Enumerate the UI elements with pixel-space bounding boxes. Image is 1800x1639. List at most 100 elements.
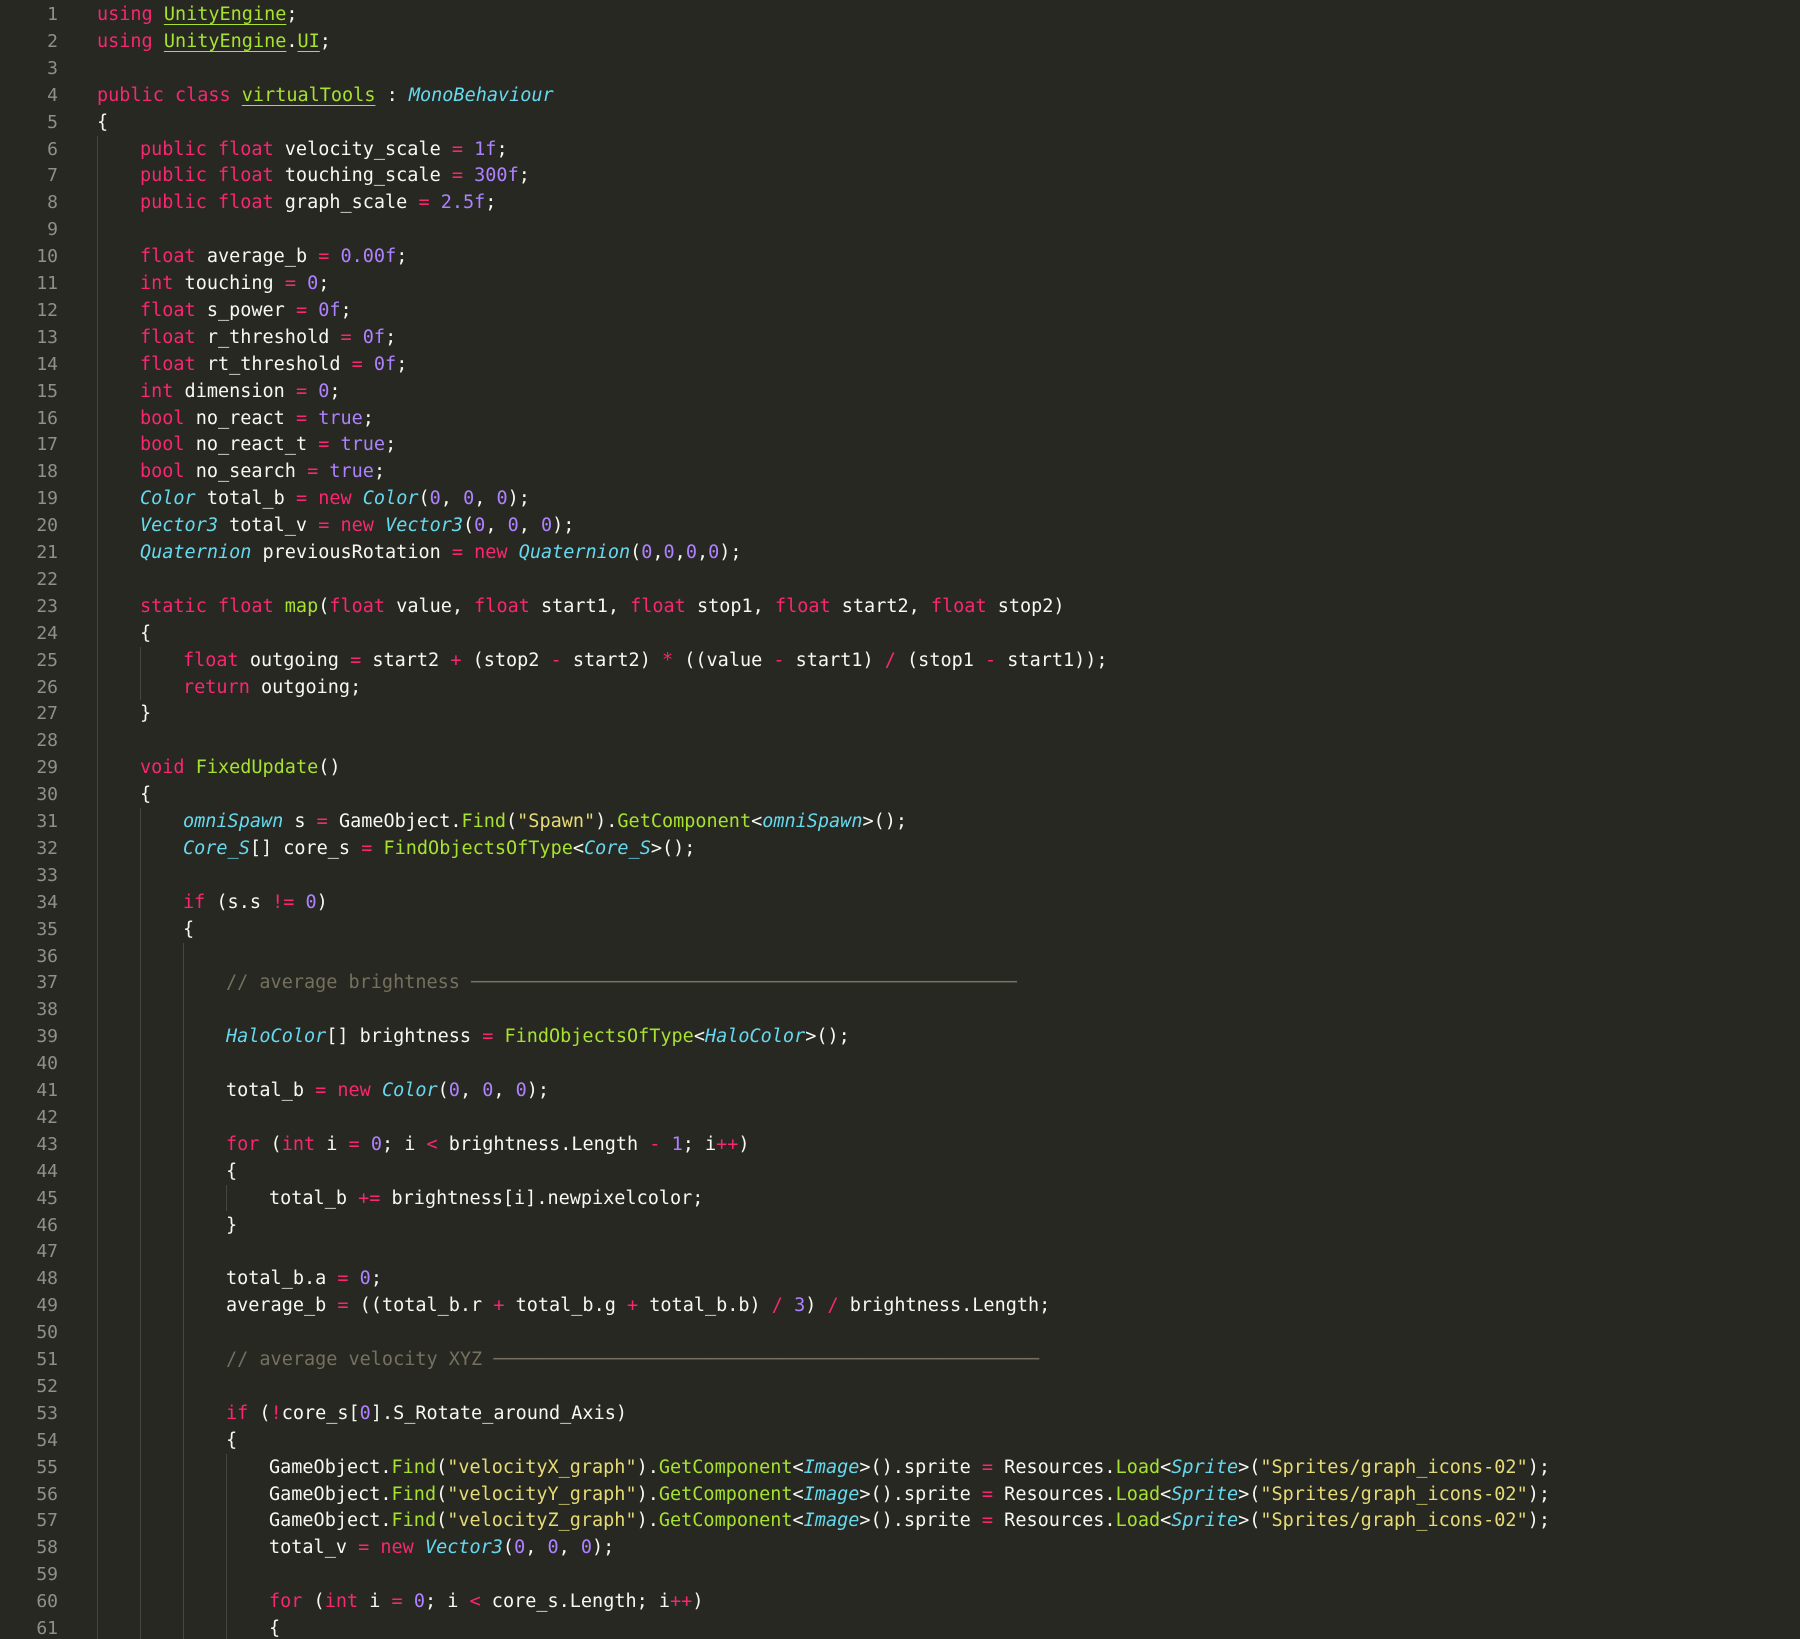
code-token: stop1, <box>685 595 775 617</box>
code-line[interactable]: 56 GameObject.Find("velocityY_graph").Get… <box>0 1481 1800 1508</box>
code-line[interactable]: 35 { <box>0 916 1800 943</box>
code-line[interactable]: 51 // average velocity XYZ ──────────────… <box>0 1346 1800 1373</box>
code-line[interactable]: 1 using UnityEngine; <box>0 1 1800 28</box>
code-line[interactable]: 49 average_b = ((total_b.r + total_b.g + … <box>0 1292 1800 1319</box>
code-line[interactable]: 58 total_v = new Vector3(0, 0, 0); <box>0 1534 1800 1561</box>
code-line[interactable]: 52 <box>0 1373 1800 1400</box>
code-token: outgoing <box>238 649 351 671</box>
code-line[interactable]: 33 <box>0 862 1800 889</box>
code-token: ( <box>506 811 518 832</box>
code-line[interactable]: 14 float rt_threshold = 0f; <box>0 351 1800 378</box>
code-line[interactable]: 13 float r_threshold = 0f; <box>0 324 1800 351</box>
code-token: = <box>318 515 330 537</box>
code-line[interactable]: 18 bool no_search = true; <box>0 458 1800 485</box>
code-line[interactable]: 19 Color total_b = new Color(0, 0, 0); <box>0 485 1800 512</box>
code-line[interactable]: 15 int dimension = 0; <box>0 378 1800 405</box>
code-line[interactable]: 54 { <box>0 1427 1800 1454</box>
code-token: = <box>451 542 464 563</box>
code-line[interactable]: 31 omniSpawn s = GameObject.Find("Spawn")… <box>0 808 1800 835</box>
code-line[interactable]: 27} <box>0 700 1800 727</box>
code-line[interactable]: 45 total_b += brightness[i].newpixelcolor… <box>0 1185 1800 1212</box>
code-line[interactable]: 5{ <box>0 109 1800 136</box>
code-token: (stop1 <box>895 649 986 671</box>
code-line[interactable]: 41 total_b = new Color(0, 0, 0); <box>0 1077 1800 1104</box>
code-line[interactable]: 2 using UnityEngine.UI; <box>0 28 1800 55</box>
code-line[interactable]: 23 static float map(float value, float st… <box>0 593 1800 620</box>
code-token: < <box>426 1133 438 1155</box>
code-token: Color <box>140 488 196 510</box>
code-token: , <box>459 1080 483 1101</box>
code-line[interactable]: 61 { <box>0 1615 1800 1639</box>
code-text: public class virtualTools : MonoBehaviou… <box>97 85 554 106</box>
line-number: 42 <box>36 1106 58 1128</box>
code-line[interactable]: 10 float average_b = 0.00f; <box>0 243 1800 270</box>
code-token: total_b <box>226 1080 316 1101</box>
code-line[interactable]: 28 <box>0 727 1800 754</box>
code-line[interactable]: 9 <box>0 216 1800 243</box>
code-line[interactable]: 38 <box>0 996 1800 1023</box>
code-line[interactable]: 20 Vector3 total_v = new Vector3(0, 0, 0)… <box>0 512 1800 539</box>
code-token: = <box>340 326 352 348</box>
code-line[interactable]: 3 <box>0 55 1800 82</box>
code-line[interactable]: 12 float s_power = 0f; <box>0 297 1800 324</box>
code-line[interactable]: 29 void FixedUpdate() <box>0 754 1800 781</box>
line-number: 19 <box>36 488 58 510</box>
code-line[interactable]: 8 public float graph_scale = 2.5f; <box>0 189 1800 216</box>
code-token: != <box>272 891 295 913</box>
code-line[interactable]: 50 <box>0 1319 1800 1346</box>
code-token: >().sprite <box>859 1510 982 1532</box>
code-line[interactable]: 36 <box>0 943 1800 970</box>
code-line[interactable]: 57 GameObject.Find("velocityZ_graph").Get… <box>0 1507 1800 1534</box>
code-line[interactable]: 47 <box>0 1238 1800 1265</box>
code-token: / <box>884 649 896 671</box>
code-line[interactable]: 6 public float velocity_scale = 1f; <box>0 136 1800 163</box>
code-line[interactable]: 43 for (int i = 0; i < brightness.Length … <box>0 1131 1800 1158</box>
code-line[interactable]: 7 public float touching_scale = 300f; <box>0 162 1800 189</box>
code-line[interactable]: 24 { <box>0 620 1800 647</box>
code-token: bool <box>140 461 185 483</box>
code-line[interactable]: 32 Core_S[] core_s = FindObjectsOfType<Co… <box>0 835 1800 862</box>
code-line[interactable]: 11 int touching = 0; <box>0 270 1800 297</box>
code-line[interactable]: 55 GameObject.Find("velocityX_graph").Get… <box>0 1454 1800 1481</box>
code-line[interactable]: 53 if (!core_s[0].S_Rotate_around_Axis) <box>0 1400 1800 1427</box>
code-text: if (s.s != 0) <box>183 892 328 913</box>
code-line[interactable]: 39 HaloColor[] brightness = FindObjectsOf… <box>0 1023 1800 1050</box>
code-token: { <box>140 622 152 644</box>
code-line[interactable]: 16 bool no_react = true; <box>0 405 1800 432</box>
code-line[interactable]: 44 { <box>0 1158 1800 1185</box>
code-token: < <box>792 1483 804 1505</box>
code-line[interactable]: 59 <box>0 1561 1800 1588</box>
code-token: ( <box>318 595 330 617</box>
code-token: . <box>286 30 298 52</box>
code-line[interactable]: 26 return outgoing; <box>0 674 1800 701</box>
code-line[interactable]: 21 Quaternion previousRotation = new Quat… <box>0 539 1800 566</box>
code-editor[interactable]: 1 using UnityEngine; 2 using UnityEngine.UI… <box>0 0 1800 1639</box>
code-token: start2, <box>830 595 931 617</box>
code-line[interactable]: 42 <box>0 1104 1800 1131</box>
code-line[interactable]: 48 total_b.a = 0; <box>0 1265 1800 1292</box>
code-line[interactable]: 22 <box>0 566 1800 593</box>
code-token: int <box>281 1133 316 1155</box>
code-token: void <box>140 757 185 779</box>
code-text: return outgoing; <box>183 677 361 698</box>
code-line[interactable]: 25 float outgoing = start2 + (stop2 - sta… <box>0 647 1800 674</box>
code-line[interactable]: 46} <box>0 1212 1800 1239</box>
code-line[interactable]: 4 public class virtualTools : MonoBehavio… <box>0 82 1800 109</box>
code-line[interactable]: 30 { <box>0 781 1800 808</box>
code-line[interactable]: 37 // average brightness ────────────────… <box>0 969 1800 996</box>
code-token: "Sprites/graph_icons-02" <box>1260 1510 1528 1532</box>
code-line[interactable]: 17 bool no_react_t = true; <box>0 431 1800 458</box>
code-token: 0 <box>448 1080 460 1101</box>
code-line[interactable]: 40 <box>0 1050 1800 1077</box>
line-number: 31 <box>36 811 58 832</box>
line-number: 40 <box>36 1053 58 1075</box>
code-line[interactable]: 60 for (int i = 0; i < core_s.Length; i++… <box>0 1588 1800 1615</box>
code-token: ); <box>552 515 575 537</box>
code-line[interactable]: 34 if (s.s != 0) <box>0 889 1800 916</box>
code-text: { <box>140 784 151 805</box>
